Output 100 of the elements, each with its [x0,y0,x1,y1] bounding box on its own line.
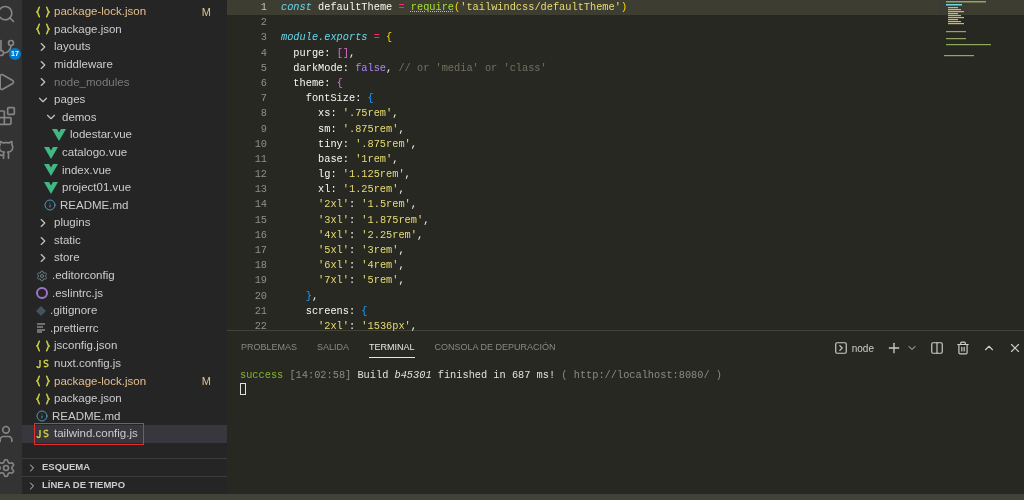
code-line: const defaultTheme = require('tailwindcss/defaultTheme') [281,0,628,15]
file-tree-item[interactable]: .editorconfig [22,266,227,285]
file-tree-item[interactable]: catalogo.vue [22,143,227,162]
terminal-name[interactable]: node [851,340,874,356]
file-tree-item[interactable]: package.json [22,20,227,39]
code-line: darkMode: false, // or 'media' or 'class' [292,60,547,76]
file-tree-item[interactable]: .prettierrc [22,319,227,338]
line-number: 13 [253,182,267,198]
file-tree-item[interactable]: node_modules [22,73,227,91]
code-line: '4xl': '2.25rem', [317,227,424,243]
file-tree-item[interactable]: lodestar.vue [22,126,227,144]
file-tree-item[interactable]: jsconfig.json [22,337,227,355]
line-number: 22 [253,318,267,334]
line-number: 8 [259,106,267,122]
code-line: sm: '.875rem', [317,121,405,137]
code-line: tiny: '.875rem', [317,136,417,152]
line-number: 10 [253,136,267,152]
braces-icon [36,340,50,353]
braces-icon [36,392,50,405]
v-logo-icon [44,146,58,159]
file-tree-item[interactable]: README.md [22,196,227,215]
v-logo-icon [44,181,58,194]
file-tree-item[interactable]: package-lock.json M [22,3,227,21]
line-number: 15 [253,212,267,228]
account-icon[interactable] [0,424,16,444]
git-status-label: M [201,374,211,389]
line-number: 4 [259,45,267,61]
file-tree-item[interactable]: middleware [22,55,227,74]
js-icon [36,428,50,441]
code-line: xl: '1.25rem', [317,182,405,198]
panel-tab[interactable]: TERMINAL [369,338,415,358]
file-tree-item[interactable]: layouts [22,38,227,56]
plus-icon[interactable] [886,340,902,356]
file-tree-item[interactable]: nuxt.config.js [22,354,227,373]
code-line: module.exports = { [281,30,393,46]
play-icon[interactable] [0,72,16,92]
git-status-label: M [201,4,211,20]
js-icon [36,357,50,370]
file-tree-item[interactable]: README.md [22,407,227,426]
file-tree-item[interactable]: demos [22,108,227,127]
line-number: 5 [259,60,267,76]
info-icon [36,410,48,423]
extensions-icon[interactable] [0,106,16,126]
code-line: '6xl': '4rem', [317,258,405,274]
line-number: 2 [259,15,267,31]
close-icon[interactable] [1008,341,1022,355]
line-number: 9 [259,121,267,137]
line-number: 11 [253,151,267,167]
lines-icon [36,323,46,334]
file-tree-item[interactable]: project01.vue [22,178,227,197]
terminal-output-line: success [14:02:58] Build b45301 finished in 687 ms! ( http://localhost:8080/ ) [240,369,723,382]
line-number: 20 [253,288,267,304]
info-icon [44,199,56,212]
file-tree-item[interactable]: plugins [22,214,227,232]
braces-icon [36,375,50,388]
v-logo-icon [52,128,66,141]
panel-tab[interactable]: CONSOLA DE DEPURACIÓN [434,338,556,358]
trash-icon[interactable] [956,341,970,355]
file-tree-item[interactable]: index.vue [22,161,227,179]
code-line: theme: { [292,75,343,91]
line-number: 1 [259,0,267,15]
code-line: '3xl': '1.875rem', [317,212,430,228]
ring-icon [36,287,48,300]
code-line: screens: { [304,303,368,319]
code-line: '2xl': '1.5rem', [317,197,417,213]
terminal-icon [833,341,848,355]
code-line: }, [304,288,319,304]
file-tree-item[interactable]: store [22,249,227,267]
settings-icon[interactable] [0,458,16,478]
line-number: 14 [253,197,267,213]
line-number: 3 [259,30,267,46]
line-number: 12 [253,167,267,183]
line-number: 7 [259,91,267,107]
code-line: '2xl': '1536px', [317,318,417,334]
split-icon[interactable] [930,341,944,355]
braces-icon [36,23,50,36]
search-icon[interactable] [0,4,16,24]
file-tree-item[interactable]: static [22,231,227,250]
sidebar-section-header[interactable]: ESQUEMA [22,458,227,476]
code-line: purge: [], [292,45,356,61]
file-tree-item[interactable]: pages [22,90,227,109]
octocat-icon[interactable] [0,140,16,160]
file-tree-item[interactable]: .eslintrc.js [22,284,227,303]
diamond-icon [36,305,46,316]
v-logo-icon [44,164,58,177]
panel-tab[interactable]: SALIDA [317,338,350,358]
file-tree-item[interactable]: package-lock.json M [22,372,227,391]
file-tree-item[interactable]: tailwind.config.js [22,425,227,443]
line-number: 19 [253,273,267,289]
code-line: xs: '.75rem', [317,106,399,122]
panel-tab[interactable]: PROBLEMAS [241,338,298,358]
code-line: fontSize: { [304,91,374,107]
terminal-cursor [240,383,246,395]
code-line: '7xl': '5rem', [317,273,405,289]
line-number: 16 [253,227,267,243]
code-line: '5xl': '3rem', [317,243,405,258]
file-tree-item[interactable]: package.json [22,390,227,408]
file-tree-item[interactable]: .gitignore [22,302,227,320]
code-line: base: '1rem', [317,151,399,167]
line-number: 21 [253,303,267,319]
